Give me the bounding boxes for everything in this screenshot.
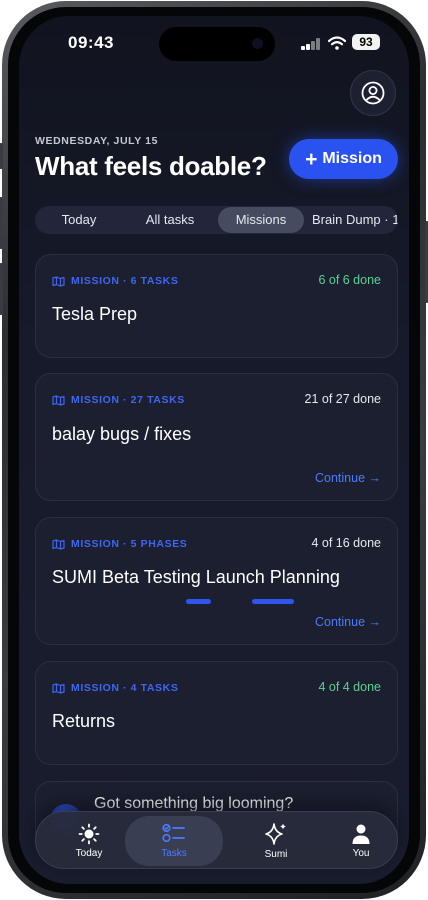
tab-missions[interactable]: Missions bbox=[218, 207, 304, 233]
mission-title: balay bugs / fixes bbox=[52, 424, 192, 444]
current-date: WEDNESDAY, JULY 15 bbox=[35, 135, 159, 147]
user-circle-icon bbox=[361, 81, 385, 105]
volume-down-button bbox=[0, 263, 3, 315]
continue-link[interactable]: Continue → bbox=[315, 471, 381, 485]
map-icon bbox=[52, 682, 65, 694]
mission-progress: 4 of 4 done bbox=[318, 680, 381, 694]
camera-icon bbox=[252, 38, 263, 49]
volume-up-button bbox=[0, 197, 3, 249]
nav-label: Tasks bbox=[161, 848, 187, 859]
mission-title: SUMI Beta Testing Launch Planning bbox=[52, 567, 340, 587]
mission-progress: 4 of 16 done bbox=[311, 536, 381, 550]
cellular-signal-icon bbox=[301, 38, 321, 50]
profile-button[interactable] bbox=[350, 70, 396, 116]
mission-meta: MISSION · 27 TASKS bbox=[71, 394, 185, 406]
mission-title: Tesla Prep bbox=[52, 304, 138, 324]
phase-progress-bar bbox=[252, 599, 294, 604]
sparkles-icon bbox=[265, 823, 286, 845]
battery-indicator: 93 bbox=[352, 34, 380, 50]
mission-progress: 21 of 27 done bbox=[304, 392, 381, 406]
wifi-icon bbox=[328, 36, 346, 50]
checklist-icon bbox=[162, 823, 185, 843]
nav-sumi[interactable]: Sumi bbox=[241, 812, 311, 870]
mission-meta: MISSION · 5 PHASES bbox=[71, 538, 188, 550]
mission-progress: 6 of 6 done bbox=[318, 273, 381, 287]
nav-label: Sumi bbox=[264, 849, 288, 860]
action-button bbox=[0, 143, 3, 169]
nav-today[interactable]: Today bbox=[54, 812, 124, 870]
map-icon bbox=[52, 394, 65, 406]
filter-tabs: Today All tasks Missions Brain Dump · 1 bbox=[35, 206, 398, 234]
mission-card[interactable]: MISSION · 5 PHASES 4 of 16 done SUMI Bet… bbox=[35, 517, 398, 645]
map-icon bbox=[52, 275, 65, 287]
mission-meta: MISSION · 6 TASKS bbox=[71, 275, 179, 287]
tab-all-tasks[interactable]: All tasks bbox=[127, 207, 213, 233]
plus-icon: + bbox=[305, 147, 318, 171]
continue-link[interactable]: Continue → bbox=[315, 615, 381, 629]
add-mission-button[interactable]: + Mission bbox=[289, 139, 398, 179]
mission-card[interactable]: MISSION · 27 TASKS 21 of 27 done balay b… bbox=[35, 373, 398, 501]
nav-you[interactable]: You bbox=[326, 812, 396, 870]
mission-card[interactable]: MISSION · 4 TASKS 4 of 4 done Returns bbox=[35, 661, 398, 765]
nav-tasks[interactable]: Tasks bbox=[125, 816, 223, 866]
person-icon bbox=[352, 824, 370, 844]
nav-label: Today bbox=[75, 848, 103, 859]
add-mission-label: Mission bbox=[322, 150, 382, 167]
bottom-tab-bar: Today Tasks Sumi You bbox=[35, 811, 398, 869]
status-time: 09:43 bbox=[68, 33, 114, 52]
nav-label: You bbox=[352, 848, 370, 859]
mission-meta: MISSION · 4 TASKS bbox=[71, 682, 179, 694]
mission-card[interactable]: MISSION · 6 TASKS 6 of 6 done Tesla Prep bbox=[35, 254, 398, 358]
map-icon bbox=[52, 538, 65, 550]
phase-progress-bar bbox=[186, 599, 211, 604]
phone-frame: 09:43 93 WEDNESDAY, JULY 15 What feels d… bbox=[0, 1, 428, 899]
dynamic-island bbox=[159, 27, 275, 61]
sun-icon bbox=[78, 823, 100, 845]
tab-today[interactable]: Today bbox=[36, 207, 122, 233]
tab-brain-dump[interactable]: Brain Dump · 1 bbox=[309, 207, 398, 233]
page-title: What feels doable? bbox=[35, 151, 267, 181]
mission-title: Returns bbox=[52, 711, 116, 731]
app-screen: 09:43 93 WEDNESDAY, JULY 15 What feels d… bbox=[19, 16, 409, 884]
